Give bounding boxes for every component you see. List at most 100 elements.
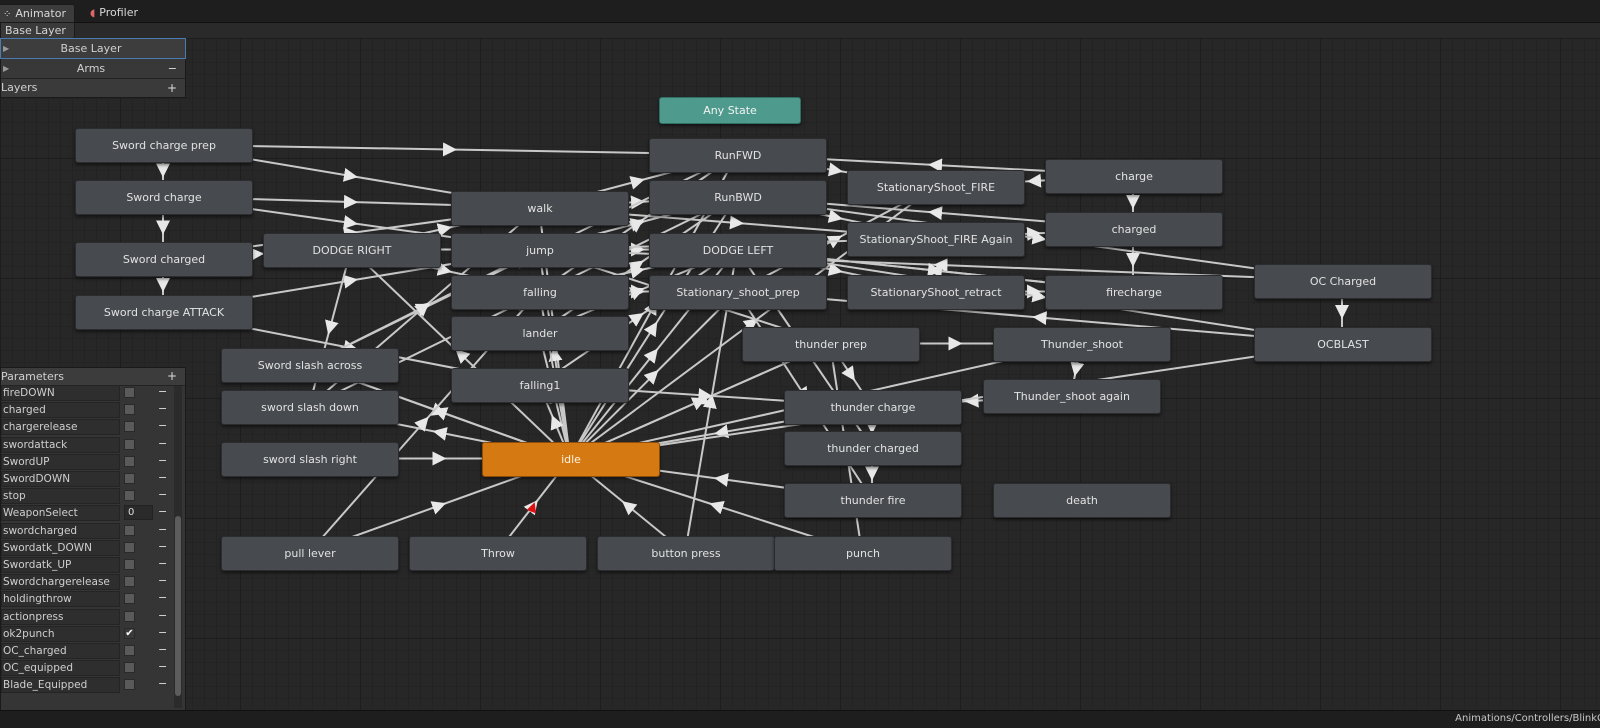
state-falling[interactable]: falling — [451, 275, 629, 310]
parameter-row[interactable]: Swordchargerelease − — [1, 572, 173, 591]
remove-parameter-icon[interactable]: − — [158, 383, 167, 400]
parameter-checkbox[interactable] — [124, 490, 135, 502]
add-layer-icon[interactable]: + — [167, 79, 177, 97]
remove-parameter-icon[interactable]: − — [158, 486, 167, 503]
parameter-row[interactable]: swordcharged − — [1, 521, 173, 539]
state-jump[interactable]: jump — [451, 233, 629, 268]
parameter-name-field[interactable]: OC_charged — [1, 643, 120, 659]
state-idle[interactable]: idle — [482, 442, 660, 477]
remove-parameter-icon[interactable]: − — [158, 503, 167, 520]
remove-parameter-icon[interactable]: − — [158, 435, 167, 452]
state-sword-charged[interactable]: Sword charged — [75, 242, 253, 277]
remove-parameter-icon[interactable]: − — [158, 469, 167, 486]
parameter-row[interactable]: charged − — [1, 400, 173, 419]
state-runbwd[interactable]: RunBWD — [649, 180, 827, 215]
remove-parameter-icon[interactable]: − — [158, 675, 167, 692]
layer-item-base-layer[interactable]: ▶ Base Layer — [0, 38, 186, 59]
parameter-checkbox[interactable] — [124, 679, 135, 691]
parameter-checkbox[interactable] — [124, 438, 135, 450]
parameter-row[interactable]: WeaponSelect 0− — [1, 503, 173, 522]
parameter-row[interactable]: OC_equipped − — [1, 658, 173, 677]
parameter-row[interactable]: Blade_Equipped − — [1, 675, 173, 694]
state-ocblast[interactable]: OCBLAST — [1254, 327, 1432, 362]
state-punch[interactable]: punch — [774, 536, 952, 571]
layer-item-arms[interactable]: ▶ Arms − — [1, 59, 185, 78]
parameter-row[interactable]: actionpress − — [1, 607, 173, 625]
state-stationary-shoot-fire-again[interactable]: StationaryShoot_FIRE Again — [847, 222, 1025, 257]
remove-parameter-icon[interactable]: − — [158, 452, 167, 469]
parameter-name-field[interactable]: actionpress — [1, 608, 120, 625]
parameter-checkbox[interactable] — [124, 524, 135, 536]
state-thunder-shoot[interactable]: Thunder_shoot — [993, 327, 1171, 362]
parameter-name-field[interactable]: WeaponSelect — [1, 505, 120, 522]
state-sword-charge[interactable]: Sword charge — [75, 180, 253, 215]
state-stationary-shoot-retract[interactable]: StationaryShoot_retract — [847, 275, 1025, 310]
remove-parameter-icon[interactable]: − — [158, 521, 167, 538]
state-falling1[interactable]: falling1 — [451, 368, 629, 403]
parameter-row[interactable]: chargerelease − — [1, 417, 173, 436]
parameter-checkbox[interactable] — [124, 473, 135, 484]
state-any-state[interactable]: Any State — [659, 97, 801, 124]
parameter-checkbox[interactable] — [124, 421, 135, 433]
state-sword-charge-attack[interactable]: Sword charge ATTACK — [75, 295, 253, 330]
state-charge[interactable]: charge — [1045, 159, 1223, 194]
parameter-checkbox[interactable] — [124, 541, 135, 553]
parameter-checkbox[interactable] — [124, 576, 135, 588]
remove-parameter-icon[interactable]: − — [158, 624, 167, 641]
parameter-row[interactable]: SwordDOWN − — [1, 469, 173, 487]
parameter-row[interactable]: fireDOWN − — [1, 383, 173, 401]
state-sword-slash-across[interactable]: Sword slash across — [221, 348, 399, 383]
parameter-checkbox[interactable] — [124, 559, 135, 570]
state-thunder-prep[interactable]: thunder prep — [742, 327, 920, 362]
state-firecharge[interactable]: firecharge — [1045, 275, 1223, 310]
parameter-int-field[interactable]: 0 — [124, 505, 153, 521]
state-death[interactable]: death — [993, 483, 1171, 518]
remove-parameter-icon[interactable]: − — [158, 572, 167, 589]
parameter-row[interactable]: Swordatk_DOWN − — [1, 538, 173, 556]
parameter-name-field[interactable]: Swordatk_UP — [1, 557, 120, 573]
parameter-row[interactable]: holdingthrow − — [1, 589, 173, 608]
parameter-name-field[interactable]: SwordUP — [1, 453, 120, 470]
state-dodge-right[interactable]: DODGE RIGHT — [263, 233, 441, 268]
state-lander[interactable]: lander — [451, 316, 629, 351]
parameter-row[interactable]: ok2punch ✔ − — [1, 624, 173, 642]
state-throw[interactable]: Throw — [409, 536, 587, 571]
state-oc-charged[interactable]: OC Charged — [1254, 264, 1432, 299]
remove-parameter-icon[interactable]: − — [158, 589, 167, 606]
parameter-checkbox[interactable] — [124, 662, 135, 674]
remove-parameter-icon[interactable]: − — [158, 538, 167, 555]
tab-profiler[interactable]: ◖ Profiler — [82, 4, 146, 22]
parameter-checkbox[interactable]: ✔ — [124, 627, 135, 639]
parameter-checkbox[interactable] — [124, 404, 135, 416]
state-thunder-shoot-again[interactable]: Thunder_shoot again — [983, 379, 1161, 414]
parameter-name-field[interactable]: charged — [1, 402, 120, 419]
parameter-name-field[interactable]: Swordatk_DOWN — [1, 539, 120, 556]
parameter-checkbox[interactable] — [124, 593, 135, 605]
state-runfwd[interactable]: RunFWD — [649, 138, 827, 173]
state-stationary-shoot-prep[interactable]: Stationary_shoot_prep — [649, 275, 827, 310]
state-thunder-fire[interactable]: thunder fire — [784, 483, 962, 518]
remove-parameter-icon[interactable]: − — [158, 417, 167, 434]
state-thunder-charge[interactable]: thunder charge — [784, 390, 962, 425]
state-sword-charge-prep[interactable]: Sword charge prep — [75, 128, 253, 163]
state-pull-lever[interactable]: pull lever — [221, 536, 399, 571]
remove-parameter-icon[interactable]: − — [158, 658, 167, 675]
parameter-row[interactable]: SwordUP − — [1, 452, 173, 470]
breadcrumb[interactable]: Base Layer — [0, 22, 75, 39]
state-charged[interactable]: charged — [1045, 212, 1223, 247]
parameter-row[interactable]: swordattack − — [1, 435, 173, 453]
state-stationary-shoot-fire[interactable]: StationaryShoot_FIRE — [847, 170, 1025, 205]
state-button-press[interactable]: button press — [597, 536, 775, 571]
parameter-checkbox[interactable] — [124, 645, 135, 656]
remove-parameter-icon[interactable]: − — [158, 641, 167, 658]
parameter-name-field[interactable]: SwordDOWN — [1, 471, 120, 487]
state-walk[interactable]: walk — [451, 191, 629, 226]
parameter-name-field[interactable]: Blade_Equipped — [1, 677, 120, 694]
remove-parameter-icon[interactable]: − — [158, 607, 167, 624]
parameter-name-field[interactable]: fireDOWN — [1, 385, 120, 401]
state-thunder-charged[interactable]: thunder charged — [784, 431, 962, 466]
parameter-name-field[interactable]: stop — [1, 488, 120, 505]
parameter-name-field[interactable]: swordattack — [1, 436, 120, 453]
remove-layer-icon[interactable]: − — [168, 59, 177, 78]
parameter-row[interactable]: OC_charged − — [1, 641, 173, 659]
